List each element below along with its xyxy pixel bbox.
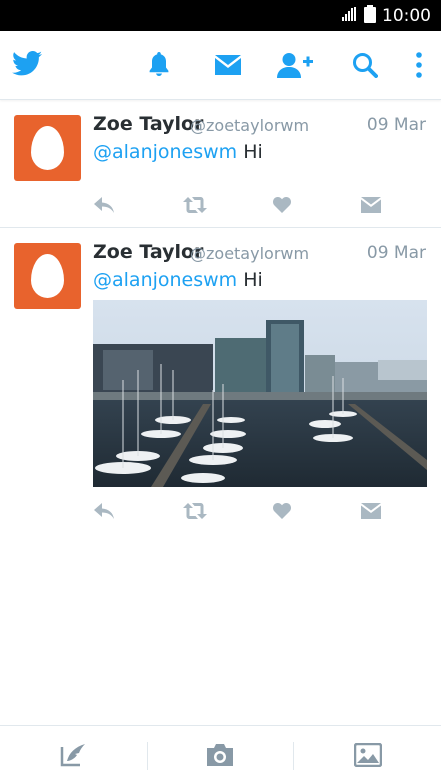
- tweet-date: 09 Mar: [366, 115, 426, 135]
- tweet-author-name[interactable]: Zoe Taylor: [93, 113, 203, 135]
- tweet-author-name[interactable]: Zoe Taylor: [93, 241, 203, 263]
- search-icon[interactable]: [352, 52, 378, 78]
- tweet-actions: [0, 195, 441, 219]
- bottom-bar-separator: [147, 742, 148, 770]
- tweet-text-content: Hi: [237, 141, 263, 163]
- tweet-mention-link[interactable]: @alanjoneswm: [93, 269, 237, 291]
- egg-avatar-icon: [31, 126, 64, 170]
- gallery-icon[interactable]: [353, 740, 383, 770]
- tweet-item[interactable]: Zoe Taylor @zoetaylorwm 09 Mar @alanjone…: [0, 228, 441, 528]
- reply-icon[interactable]: [92, 501, 116, 521]
- add-user-icon[interactable]: [276, 52, 314, 78]
- compose-icon[interactable]: [58, 740, 88, 770]
- tweet-item[interactable]: Zoe Taylor @zoetaylorwm 09 Mar @alanjone…: [0, 100, 441, 228]
- reply-icon[interactable]: [92, 195, 116, 215]
- tweet-text-content: Hi: [237, 269, 263, 291]
- tweet-mention-link[interactable]: @alanjoneswm: [93, 141, 237, 163]
- avatar[interactable]: [14, 115, 81, 181]
- direct-message-icon[interactable]: [359, 501, 383, 521]
- twitter-bird-icon[interactable]: [12, 51, 42, 76]
- notifications-bell-icon[interactable]: [147, 51, 171, 77]
- bottom-bar: [0, 725, 441, 784]
- status-time: 10:00: [382, 6, 431, 26]
- retweet-icon[interactable]: [183, 195, 207, 215]
- direct-message-icon[interactable]: [359, 195, 383, 215]
- avatar[interactable]: [14, 243, 81, 309]
- signal-icon: [342, 6, 358, 26]
- like-heart-icon[interactable]: [270, 501, 294, 521]
- tweet-text: @alanjoneswm Hi: [93, 141, 263, 163]
- tweet-author-handle: @zoetaylorwm: [190, 244, 310, 263]
- like-heart-icon[interactable]: [270, 195, 294, 215]
- tweet-date: 09 Mar: [366, 243, 426, 263]
- bottom-bar-separator: [293, 742, 294, 770]
- more-vertical-icon[interactable]: [415, 51, 423, 79]
- status-indicators: 10:00: [342, 4, 431, 28]
- tweet-author-handle: @zoetaylorwm: [190, 116, 310, 135]
- messages-envelope-icon[interactable]: [214, 53, 242, 77]
- egg-avatar-icon: [31, 254, 64, 298]
- status-bar: 10:00: [0, 0, 441, 31]
- app-bar: [0, 31, 441, 100]
- camera-icon[interactable]: [205, 740, 235, 770]
- tweet-media-image[interactable]: [93, 300, 427, 487]
- tweet-text: @alanjoneswm Hi: [93, 269, 263, 291]
- tweet-actions: [0, 501, 441, 525]
- battery-icon: [364, 4, 376, 28]
- retweet-icon[interactable]: [183, 501, 207, 521]
